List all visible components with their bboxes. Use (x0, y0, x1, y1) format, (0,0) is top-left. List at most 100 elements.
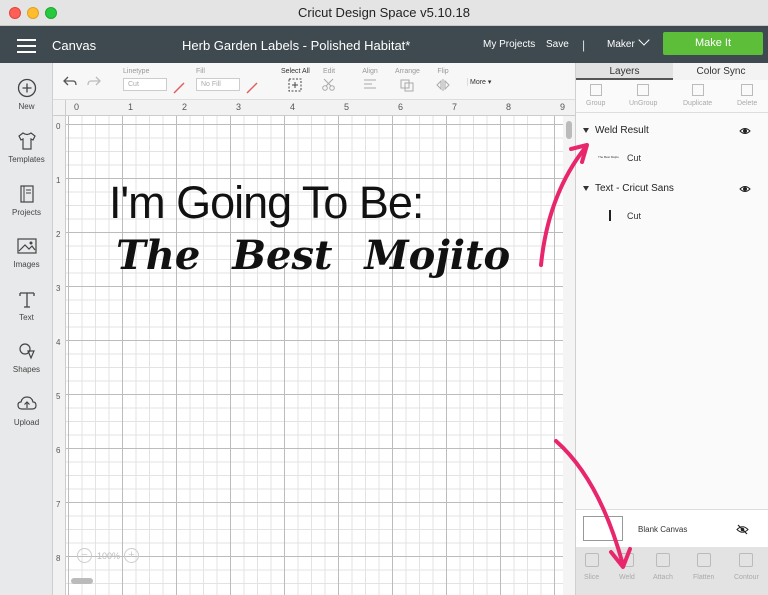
flatten-button[interactable]: Flatten (693, 553, 714, 581)
linetype-color-swatch-icon[interactable] (173, 82, 185, 94)
fill-color-swatch-icon[interactable] (246, 82, 258, 94)
left-sidebar: New Templates Projects Images Text Shape… (0, 63, 53, 595)
weld-button[interactable]: Weld (619, 553, 635, 581)
duplicate-label: Duplicate (683, 100, 713, 107)
zoom-window-button[interactable] (45, 7, 57, 19)
plus-circle-icon (17, 78, 36, 98)
layer-text-header[interactable]: Text - Cricut Sans (583, 183, 674, 194)
zoom-in-button[interactable]: + (124, 548, 139, 563)
bottom-tools: Slice Weld Attach Flatten Contour (576, 547, 768, 595)
delete-label: Delete (737, 100, 758, 107)
linetype-control[interactable]: Linetype Cut (123, 68, 167, 91)
edit-toolbar: Linetype Cut Fill No Fill Select All Edi… (53, 63, 575, 100)
ungroup-icon (637, 84, 650, 96)
header-separator: | (582, 38, 586, 52)
zoom-out-button[interactable]: − (77, 548, 92, 563)
ruler-tick-label: 8 (506, 102, 512, 112)
edit-button[interactable]: Edit (321, 68, 337, 92)
linetype-select[interactable]: Cut (123, 78, 167, 91)
select-all-icon (288, 78, 302, 92)
ruler-tick-label: 2 (182, 102, 188, 112)
make-it-button[interactable]: Make It (663, 32, 763, 55)
layers-panel: Layers Color Sync Group UnGroup Duplicat… (575, 63, 768, 595)
ungroup-button[interactable]: UnGroup (629, 84, 657, 107)
chevron-down-icon[interactable] (638, 34, 650, 46)
window-title: Cricut Design Space v5.10.18 (298, 5, 470, 20)
blank-canvas-row[interactable]: Blank Canvas (576, 509, 768, 547)
duplicate-icon (691, 84, 704, 96)
select-all-button[interactable]: Select All (281, 68, 310, 92)
sidebar-item-projects[interactable]: Projects (0, 183, 53, 217)
sidebar-label-text: Text (19, 313, 34, 322)
machine-select[interactable]: Maker (607, 39, 635, 50)
shapes-icon (18, 343, 35, 360)
linetype-label: Linetype (123, 68, 150, 75)
eye-icon[interactable] (739, 183, 751, 195)
sidebar-item-new[interactable]: New (0, 77, 53, 111)
canvas-text-line-1[interactable]: I'm Going To Be: (109, 177, 424, 229)
app-header: Canvas Herb Garden Labels - Polished Hab… (0, 26, 768, 63)
sidebar-item-images[interactable]: Images (0, 235, 53, 269)
ruler-vertical: 0 1 2 3 4 5 6 7 8 (53, 116, 66, 595)
zoom-control: − 100% + (77, 547, 143, 565)
horizontal-scrollbar-thumb[interactable] (71, 578, 93, 584)
minimize-window-button[interactable] (27, 7, 39, 19)
paperclip-icon (655, 553, 670, 567)
slice-icon (584, 553, 599, 567)
arrange-button[interactable]: Arrange (395, 68, 420, 92)
layer-weld-result-header[interactable]: Weld Result (583, 125, 649, 136)
close-window-button[interactable] (9, 7, 21, 19)
my-projects-link[interactable]: My Projects (483, 39, 535, 50)
flip-icon (436, 79, 450, 91)
caret-down-icon: ▾ (487, 79, 492, 86)
sidebar-item-shapes[interactable]: Shapes (0, 340, 53, 374)
eye-hidden-icon[interactable] (736, 524, 749, 535)
canvas-text-line-2[interactable]: The Best Mojito (116, 232, 510, 279)
collapse-triangle-icon[interactable] (583, 185, 589, 191)
fill-control[interactable]: Fill No Fill (196, 68, 240, 91)
fill-select[interactable]: No Fill (196, 78, 240, 91)
blank-canvas-swatch[interactable] (583, 516, 623, 541)
undo-icon[interactable] (62, 74, 78, 88)
delete-button[interactable]: Delete (737, 84, 757, 107)
layer-operation: Cut (627, 211, 642, 221)
trash-icon (741, 84, 754, 96)
attach-button[interactable]: Attach (653, 553, 673, 581)
ruler-tick-label: 3 (56, 284, 61, 293)
layer-name: Text - Cricut Sans (595, 183, 674, 194)
ruler-tick-label: 8 (56, 554, 61, 563)
ruler-tick-label: 6 (56, 446, 61, 455)
group-button[interactable]: Group (586, 84, 605, 107)
arrange-icon (400, 79, 414, 92)
flip-button[interactable]: Flip (435, 68, 451, 92)
ruler-tick-label: 7 (452, 102, 458, 112)
redo-icon[interactable] (86, 74, 102, 88)
slice-label: Slice (584, 574, 600, 581)
section-title: Canvas (52, 38, 97, 53)
eye-icon[interactable] (739, 125, 751, 137)
sidebar-label-templates: Templates (8, 155, 45, 164)
ruler-tick-label: 3 (236, 102, 242, 112)
sidebar-item-upload[interactable]: Upload (0, 393, 53, 427)
group-icon (589, 84, 602, 96)
ruler-tick-label: 4 (56, 338, 61, 347)
vertical-scrollbar-thumb[interactable] (566, 121, 572, 139)
ruler-tick-label: 0 (56, 122, 61, 131)
save-button[interactable]: Save (546, 39, 569, 50)
tab-color-sync[interactable]: Color Sync (673, 63, 768, 80)
collapse-triangle-icon[interactable] (583, 127, 589, 133)
sidebar-item-text[interactable]: Text (0, 288, 53, 322)
contour-button[interactable]: Contour (734, 553, 759, 581)
align-button[interactable]: Align (362, 68, 378, 92)
ruler-horizontal: 0 1 2 3 4 5 6 7 8 9 (66, 100, 575, 116)
panel-tabs: Layers Color Sync (576, 63, 768, 80)
tab-layers[interactable]: Layers (576, 63, 673, 80)
slice-button[interactable]: Slice (584, 553, 599, 581)
vertical-scroll-track[interactable] (563, 116, 575, 595)
sidebar-label-images: Images (13, 260, 40, 269)
edit-label: Edit (322, 68, 336, 75)
more-button[interactable]: More ▾ (467, 78, 491, 86)
duplicate-button[interactable]: Duplicate (683, 84, 712, 107)
hamburger-menu-icon[interactable] (17, 39, 36, 53)
sidebar-item-templates[interactable]: Templates (0, 130, 53, 164)
